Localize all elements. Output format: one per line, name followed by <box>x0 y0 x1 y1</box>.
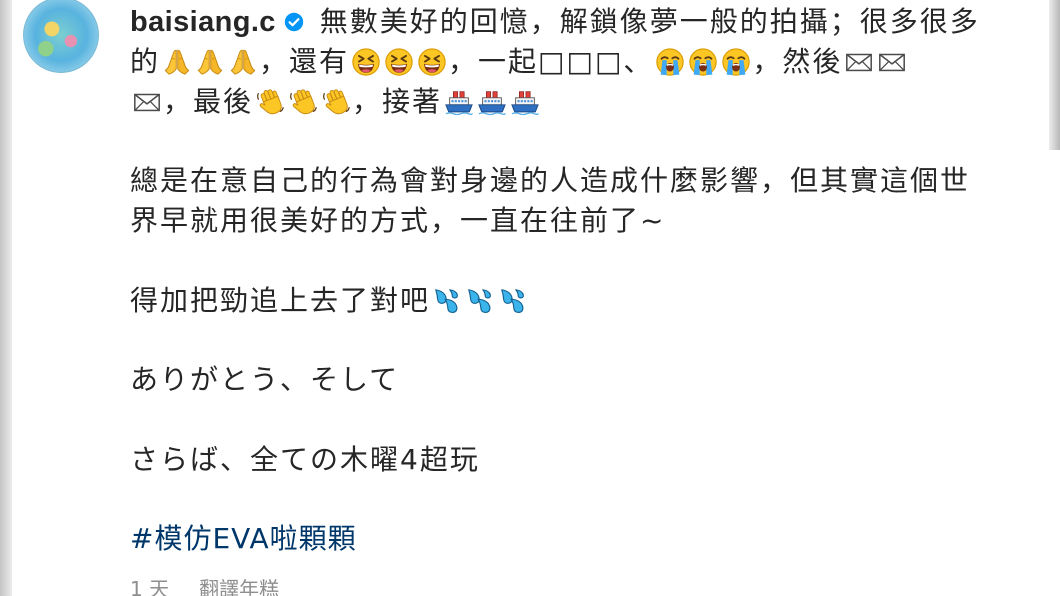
caption-line: 界早就用很美好的方式，一直在往前了~ <box>130 201 1055 241</box>
caption-text: 界早就用很美好的方式，一直在往前了~ <box>130 203 666 237</box>
caption-text: 總是在意自己的行為會對身邊的人造成什麼影響，但其實這個世 <box>130 164 971 198</box>
caption-text: ，一起□□□、 <box>448 44 654 78</box>
waving-hand-icon <box>288 87 318 117</box>
folded-hands-icon <box>162 47 192 77</box>
hashtag-link[interactable]: #模仿EVA啦顆顆 <box>130 522 357 555</box>
grinning-squinting-face-icon <box>351 47 381 77</box>
caption-line: baisiang.c 無數美好的回憶，解鎖像夢一般的拍攝；很多很多 <box>130 2 1055 42</box>
caption-text: 的 <box>130 44 161 78</box>
folded-hands-icon <box>228 47 258 77</box>
loudly-crying-face-icon <box>721 47 751 77</box>
envelope-icon <box>132 87 162 117</box>
sweat-droplets-icon <box>465 286 495 316</box>
caption-text: ，接著 <box>352 84 443 118</box>
post-meta: 1 天 翻譯年糕 <box>130 577 279 596</box>
verified-badge-icon <box>284 12 304 32</box>
caption-text: 得加把勁追上去了對吧 <box>130 283 431 317</box>
caption-text: ，還有 <box>259 44 350 78</box>
caption-text: ，最後 <box>163 84 254 118</box>
caption-line: 得加把勁追上去了對吧 <box>130 281 1055 321</box>
envelope-icon <box>877 47 907 77</box>
left-edge-shadow <box>0 0 12 596</box>
caption-line: ，最後 ，接著 <box>130 82 1055 122</box>
waving-hand-icon <box>321 87 351 117</box>
caption-line: さらば、全ての木曜4超玩 <box>130 440 1055 480</box>
caption-text: さらば、全ての木曜4超玩 <box>130 442 480 476</box>
ship-icon <box>510 87 540 117</box>
timestamp[interactable]: 1 天 <box>130 577 169 596</box>
username-link[interactable]: baisiang.c <box>130 6 276 38</box>
ship-icon <box>477 87 507 117</box>
caption-text: ありがとう、そして <box>130 363 400 397</box>
caption-line: #模仿EVA啦顆顆 <box>130 519 1055 559</box>
grinning-squinting-face-icon <box>417 47 447 77</box>
caption-line: 總是在意自己的行為會對身邊的人造成什麼影響，但其實這個世 <box>130 161 1055 201</box>
folded-hands-icon <box>195 47 225 77</box>
post-caption: baisiang.c 無數美好的回憶，解鎖像夢一般的拍攝；很多很多 的 ，還有 ，一… <box>130 2 1055 559</box>
waving-hand-icon <box>255 87 285 117</box>
caption-line: 的 ，還有 ，一起□□□、 ，然後 <box>130 42 1055 82</box>
loudly-crying-face-icon <box>688 47 718 77</box>
caption-text: 無數美好的回憶，解鎖像夢一般的拍攝；很多很多 <box>319 5 980 38</box>
sweat-droplets-icon <box>498 286 528 316</box>
sweat-droplets-icon <box>432 286 462 316</box>
loudly-crying-face-icon <box>655 47 685 77</box>
grinning-squinting-face-icon <box>384 47 414 77</box>
envelope-icon <box>844 47 874 77</box>
avatar[interactable] <box>23 0 99 73</box>
caption-line: ありがとう、そして <box>130 360 1055 400</box>
ship-icon <box>444 87 474 117</box>
translate-button[interactable]: 翻譯年糕 <box>199 577 279 596</box>
caption-text: ，然後 <box>752 44 843 78</box>
